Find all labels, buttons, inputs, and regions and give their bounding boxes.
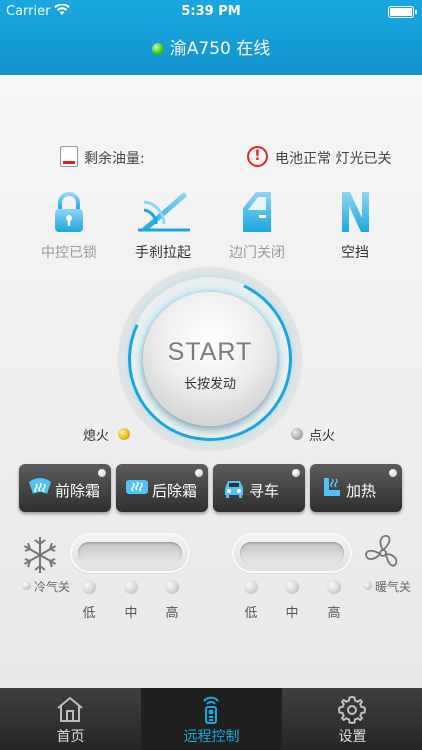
status-led-icon <box>195 469 203 477</box>
state-central-lock: 中控已锁 <box>24 188 114 262</box>
tab-settings[interactable]: 设置 <box>282 688 422 750</box>
warm-level-slider[interactable] <box>234 535 350 571</box>
cool-level-high-dot[interactable] <box>165 580 179 594</box>
fan-icon <box>362 532 404 578</box>
state-label: 空挡 <box>341 245 369 261</box>
rear-defrost-icon <box>124 476 150 504</box>
fuel-gauge-icon <box>60 146 78 167</box>
rear-defrost-button[interactable]: 后除霜 <box>116 464 208 512</box>
slider-groove <box>240 542 344 564</box>
control-label: 寻车 <box>249 482 280 500</box>
cool-level-mid-dot[interactable] <box>124 580 138 594</box>
control-label: 前除霜 <box>55 482 101 500</box>
front-defrost-icon <box>27 476 53 504</box>
cool-level-low-dot[interactable] <box>82 580 96 594</box>
door-icon <box>212 188 302 234</box>
header-bar: Carrier 5:39 PM 渝A750 在线 <box>0 0 422 75</box>
lock-icon <box>24 188 114 234</box>
battery-icon <box>388 6 417 18</box>
ignition-on-indicator-icon <box>291 428 303 440</box>
tab-remote-control[interactable]: 远程控制 <box>141 688 282 750</box>
cool-status-dot-icon <box>22 581 31 590</box>
seat-heat-button[interactable]: 加热 <box>310 464 402 512</box>
handbrake-icon <box>118 188 208 234</box>
control-label: 后除霜 <box>152 482 198 500</box>
cool-level-high-label: 高 <box>165 606 179 621</box>
cool-off-label: 冷气关 <box>34 580 71 594</box>
status-led-icon <box>98 469 106 477</box>
state-gear-neutral: 空挡 <box>310 188 400 262</box>
front-defrost-button[interactable]: 前除霜 <box>19 464 111 512</box>
state-label: 手刹拉起 <box>135 245 191 261</box>
start-title: START <box>167 338 253 366</box>
find-car-icon <box>221 476 247 504</box>
fuel-label: 剩余油量: <box>84 151 145 167</box>
vehicle-plate-title: 渝A750 在线 <box>169 39 271 59</box>
state-handbrake: 手刹拉起 <box>118 188 208 262</box>
warm-off-label: 暖气关 <box>375 580 412 594</box>
snowflake-icon <box>20 535 60 579</box>
state-label: 边门关闭 <box>229 245 285 261</box>
status-led-icon <box>292 469 300 477</box>
tab-home[interactable]: 首页 <box>0 688 141 750</box>
cool-level-low-label: 低 <box>82 606 96 621</box>
tab-label: 设置 <box>338 729 367 745</box>
page-title: 渝A750 在线 <box>0 34 422 59</box>
vehicle-status-text: 电池正常 灯光已关 <box>275 151 392 167</box>
remote-control-icon <box>196 695 226 729</box>
warm-level-mid-label: 中 <box>285 606 299 621</box>
home-icon <box>55 695 85 727</box>
cool-level-mid-label: 中 <box>124 606 138 621</box>
tab-bar: 首页 远程控制 设置 <box>0 688 422 750</box>
control-label: 加热 <box>346 482 377 500</box>
warm-level-high-label: 高 <box>327 606 341 621</box>
warning-icon: ! <box>247 146 268 167</box>
ignition-off-label: 熄火 <box>83 429 110 444</box>
warm-level-high-dot[interactable] <box>327 580 341 594</box>
ignition-off-indicator-icon <box>118 428 130 440</box>
online-status-dot-icon <box>151 43 164 55</box>
neutral-gear-icon <box>310 188 400 234</box>
gear-icon <box>337 695 367 729</box>
ignition-on-label: 点火 <box>309 429 336 444</box>
warm-level-low-label: 低 <box>244 606 258 621</box>
start-subtitle: 长按发动 <box>183 377 236 392</box>
start-button[interactable]: START 长按发动 <box>143 292 277 426</box>
find-car-button[interactable]: 寻车 <box>213 464 305 512</box>
seat-heat-icon <box>318 476 344 504</box>
tab-label: 首页 <box>56 729 85 745</box>
warm-level-low-dot[interactable] <box>244 580 258 594</box>
tab-label: 远程控制 <box>183 729 240 745</box>
warm-level-mid-dot[interactable] <box>285 580 299 594</box>
slider-groove <box>78 542 182 564</box>
state-label: 中控已锁 <box>41 245 97 261</box>
warm-status-dot-icon <box>363 581 372 590</box>
status-led-icon <box>389 469 397 477</box>
cool-level-slider[interactable] <box>72 535 188 571</box>
clock: 5:39 PM <box>181 4 241 19</box>
status-bar: Carrier 5:39 PM <box>0 0 422 24</box>
state-side-door: 边门关闭 <box>212 188 302 262</box>
